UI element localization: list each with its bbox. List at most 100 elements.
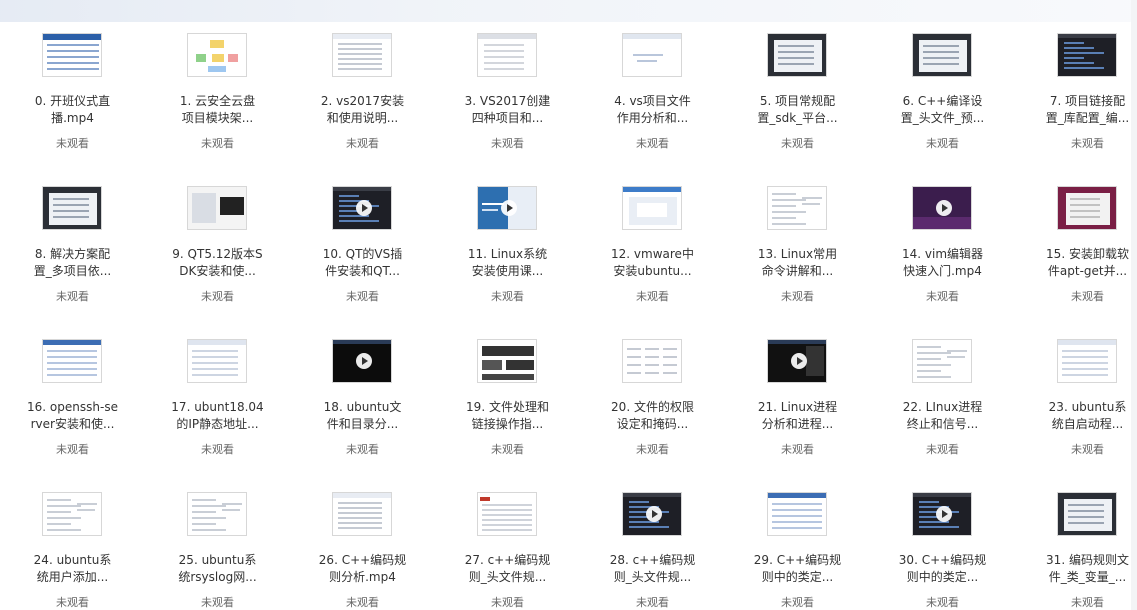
video-title[interactable]: 20. 文件的权限 设定和掩码...: [586, 399, 719, 437]
video-thumbnail[interactable]: [622, 186, 682, 230]
video-item[interactable]: 14. vim编辑器 快速入门.mp4 未观看: [870, 176, 1015, 326]
video-thumbnail[interactable]: [622, 492, 682, 536]
video-thumbnail[interactable]: [912, 339, 972, 383]
video-thumbnail[interactable]: [477, 33, 537, 77]
video-thumbnail[interactable]: [477, 339, 537, 383]
video-title[interactable]: 15. 安装卸载软 件apt-get并...: [1021, 246, 1137, 284]
video-thumbnail[interactable]: [767, 186, 827, 230]
video-thumbnail[interactable]: [187, 339, 247, 383]
video-title[interactable]: 2. vs2017安装 和使用说明...: [296, 93, 429, 131]
video-thumbnail[interactable]: [1057, 186, 1117, 230]
video-item[interactable]: 20. 文件的权限 设定和掩码... 未观看: [580, 329, 725, 479]
video-item[interactable]: 0. 开班仪式直 播.mp4 未观看: [0, 23, 145, 173]
video-title[interactable]: 25. ubuntu系 统rsyslog网...: [151, 552, 284, 590]
video-title[interactable]: 24. ubuntu系 统用户添加...: [6, 552, 139, 590]
video-title[interactable]: 29. C++编码规 则中的类定...: [731, 552, 864, 590]
video-title[interactable]: 30. C++编码规 则中的类定...: [876, 552, 1009, 590]
video-thumbnail[interactable]: [42, 339, 102, 383]
play-icon[interactable]: [356, 353, 372, 369]
video-thumbnail[interactable]: [42, 33, 102, 77]
video-title[interactable]: 5. 项目常规配 置_sdk_平台...: [731, 93, 864, 131]
video-thumbnail[interactable]: [767, 492, 827, 536]
video-item[interactable]: 29. C++编码规 则中的类定... 未观看: [725, 482, 870, 610]
video-item[interactable]: 4. vs项目文件 作用分析和... 未观看: [580, 23, 725, 173]
video-thumbnail[interactable]: [1057, 339, 1117, 383]
video-thumbnail[interactable]: [912, 186, 972, 230]
video-item[interactable]: 18. ubuntu文 件和目录分... 未观看: [290, 329, 435, 479]
video-thumbnail[interactable]: [622, 33, 682, 77]
video-item[interactable]: 28. c++编码规 则_头文件规... 未观看: [580, 482, 725, 610]
video-title[interactable]: 31. 编码规则文 件_类_变量_...: [1021, 552, 1137, 590]
video-item[interactable]: 11. Linux系统 安装使用课... 未观看: [435, 176, 580, 326]
video-thumbnail[interactable]: [477, 186, 537, 230]
video-item[interactable]: 15. 安装卸载软 件apt-get并... 未观看: [1015, 176, 1137, 326]
video-item[interactable]: 25. ubuntu系 统rsyslog网... 未观看: [145, 482, 290, 610]
video-item[interactable]: 31. 编码规则文 件_类_变量_... 未观看: [1015, 482, 1137, 610]
video-title[interactable]: 21. Linux进程 分析和进程...: [731, 399, 864, 437]
video-item[interactable]: 7. 项目链接配 置_库配置_编... 未观看: [1015, 23, 1137, 173]
video-title[interactable]: 11. Linux系统 安装使用课...: [441, 246, 574, 284]
video-title[interactable]: 7. 项目链接配 置_库配置_编...: [1021, 93, 1137, 131]
video-thumbnail[interactable]: [187, 492, 247, 536]
video-item[interactable]: 23. ubuntu系 统自启动程... 未观看: [1015, 329, 1137, 479]
video-title[interactable]: 1. 云安全云盘 项目模块架...: [151, 93, 284, 131]
video-thumbnail[interactable]: [622, 339, 682, 383]
video-item[interactable]: 16. openssh-se rver安装和使... 未观看: [0, 329, 145, 479]
video-title[interactable]: 16. openssh-se rver安装和使...: [6, 399, 139, 437]
video-item[interactable]: 22. LInux进程 终止和信号... 未观看: [870, 329, 1015, 479]
video-title[interactable]: 17. ubunt18.04 的IP静态地址...: [151, 399, 284, 437]
video-thumbnail[interactable]: [767, 339, 827, 383]
play-icon[interactable]: [646, 506, 662, 522]
video-title[interactable]: 23. ubuntu系 统自启动程...: [1021, 399, 1137, 437]
video-thumbnail[interactable]: [332, 339, 392, 383]
video-thumbnail[interactable]: [912, 33, 972, 77]
video-item[interactable]: 21. Linux进程 分析和进程... 未观看: [725, 329, 870, 479]
video-item[interactable]: 3. VS2017创建 四种项目和... 未观看: [435, 23, 580, 173]
video-thumbnail[interactable]: [187, 33, 247, 77]
video-item[interactable]: 5. 项目常规配 置_sdk_平台... 未观看: [725, 23, 870, 173]
video-item[interactable]: 27. c++编码规 则_头文件规... 未观看: [435, 482, 580, 610]
video-title[interactable]: 10. QT的VS插 件安装和QT...: [296, 246, 429, 284]
video-title[interactable]: 14. vim编辑器 快速入门.mp4: [876, 246, 1009, 284]
video-thumbnail[interactable]: [477, 492, 537, 536]
video-item[interactable]: 6. C++编译设 置_头文件_预... 未观看: [870, 23, 1015, 173]
play-icon[interactable]: [791, 353, 807, 369]
video-thumbnail[interactable]: [332, 186, 392, 230]
video-thumbnail[interactable]: [1057, 33, 1117, 77]
video-thumbnail[interactable]: [187, 186, 247, 230]
video-item[interactable]: 19. 文件处理和 链接操作指... 未观看: [435, 329, 580, 479]
video-item[interactable]: 24. ubuntu系 统用户添加... 未观看: [0, 482, 145, 610]
play-icon[interactable]: [356, 200, 372, 216]
video-item[interactable]: 30. C++编码规 则中的类定... 未观看: [870, 482, 1015, 610]
play-icon[interactable]: [936, 200, 952, 216]
video-title[interactable]: 13. Linux常用 命令讲解和...: [731, 246, 864, 284]
scrollbar[interactable]: [1131, 0, 1137, 610]
video-title[interactable]: 0. 开班仪式直 播.mp4: [6, 93, 139, 131]
video-title[interactable]: 28. c++编码规 则_头文件规...: [586, 552, 719, 590]
video-thumbnail[interactable]: [912, 492, 972, 536]
video-item[interactable]: 17. ubunt18.04 的IP静态地址... 未观看: [145, 329, 290, 479]
video-thumbnail[interactable]: [767, 33, 827, 77]
video-thumbnail[interactable]: [332, 492, 392, 536]
video-thumbnail[interactable]: [1057, 492, 1117, 536]
video-item[interactable]: 8. 解决方案配 置_多项目依... 未观看: [0, 176, 145, 326]
video-title[interactable]: 22. LInux进程 终止和信号...: [876, 399, 1009, 437]
video-item[interactable]: 26. C++编码规 则分析.mp4 未观看: [290, 482, 435, 610]
video-title[interactable]: 18. ubuntu文 件和目录分...: [296, 399, 429, 437]
video-item[interactable]: 1. 云安全云盘 项目模块架... 未观看: [145, 23, 290, 173]
video-item[interactable]: 10. QT的VS插 件安装和QT... 未观看: [290, 176, 435, 326]
video-title[interactable]: 9. QT5.12版本S DK安装和使...: [151, 246, 284, 284]
video-title[interactable]: 4. vs项目文件 作用分析和...: [586, 93, 719, 131]
play-icon[interactable]: [501, 200, 517, 216]
video-thumbnail[interactable]: [332, 33, 392, 77]
video-title[interactable]: 27. c++编码规 则_头文件规...: [441, 552, 574, 590]
video-item[interactable]: 13. Linux常用 命令讲解和... 未观看: [725, 176, 870, 326]
video-title[interactable]: 6. C++编译设 置_头文件_预...: [876, 93, 1009, 131]
video-item[interactable]: 12. vmware中 安装ubuntu... 未观看: [580, 176, 725, 326]
video-thumbnail[interactable]: [42, 492, 102, 536]
video-title[interactable]: 3. VS2017创建 四种项目和...: [441, 93, 574, 131]
video-item[interactable]: 2. vs2017安装 和使用说明... 未观看: [290, 23, 435, 173]
video-item[interactable]: 9. QT5.12版本S DK安装和使... 未观看: [145, 176, 290, 326]
play-icon[interactable]: [936, 506, 952, 522]
video-title[interactable]: 8. 解决方案配 置_多项目依...: [6, 246, 139, 284]
